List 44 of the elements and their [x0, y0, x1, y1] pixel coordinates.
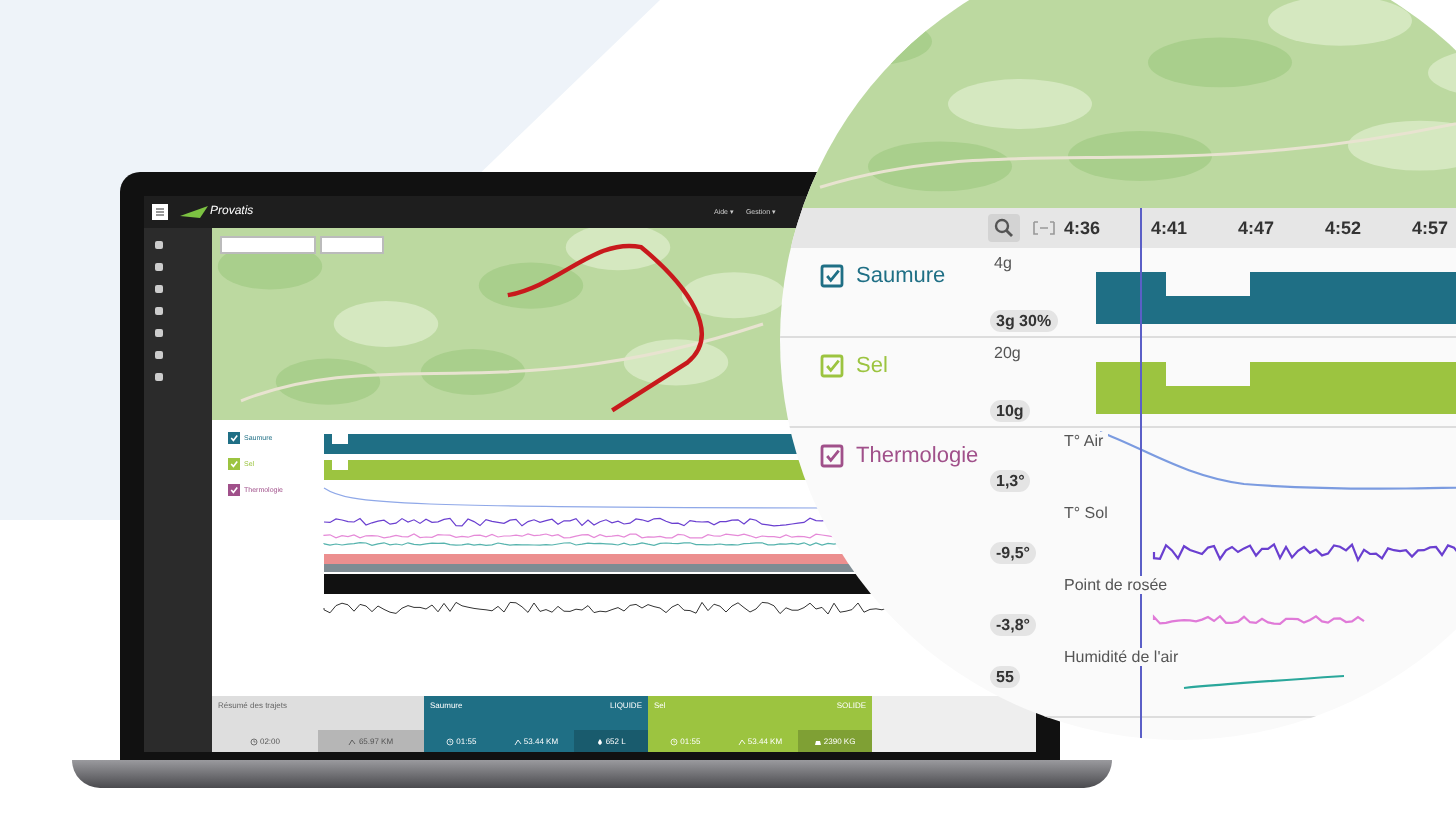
checked-checkbox[interactable] — [820, 354, 844, 378]
series-label: Humidité de l'air — [1064, 648, 1183, 666]
nav-icon[interactable] — [154, 262, 164, 272]
value-badge: 55 — [990, 666, 1020, 688]
time-tick-label: 4:47 — [1238, 218, 1277, 238]
checked-checkbox[interactable] — [820, 264, 844, 288]
channel-label: Sel — [856, 354, 888, 378]
series-label: T° Air — [1064, 432, 1108, 450]
time-tick-label: 4:36 — [1064, 218, 1103, 238]
nav-icon[interactable] — [154, 350, 164, 360]
checked-checkbox[interactable] — [228, 432, 240, 444]
checked-checkbox[interactable] — [820, 444, 844, 468]
value-badge: -9,5° — [990, 542, 1036, 564]
channel-label: Thermologie — [856, 444, 979, 468]
axis-max-label: 20g — [992, 344, 1021, 362]
nav-icon[interactable] — [154, 306, 164, 316]
search-field[interactable] — [220, 236, 316, 254]
value-badge: -3,8° — [990, 614, 1036, 636]
axis-max-label: 4g — [992, 254, 1012, 272]
checked-checkbox[interactable] — [228, 484, 240, 496]
series-label: T° Sol — [1064, 504, 1112, 522]
time-tick-label: 4:41 — [1151, 218, 1190, 238]
route-icon — [737, 737, 746, 745]
nav-icon[interactable] — [154, 328, 164, 338]
time-tick-label: 4:57 — [1412, 218, 1451, 238]
checked-checkbox[interactable] — [228, 458, 240, 470]
clock-icon — [446, 737, 455, 745]
clock-icon — [249, 737, 258, 745]
value-badge: 3g 30% — [990, 310, 1058, 332]
time-tick-label: 4:52 — [1325, 218, 1364, 238]
route-icon — [348, 737, 357, 745]
menu-icon[interactable] — [152, 204, 168, 220]
series-label: Point de rosée — [1064, 576, 1172, 594]
nav-icon[interactable] — [154, 284, 164, 294]
logo-icon — [180, 206, 208, 218]
clock-icon — [670, 737, 679, 745]
nav-icon[interactable] — [154, 372, 164, 382]
search-button[interactable] — [988, 214, 1020, 242]
route-icon — [513, 737, 522, 745]
nav-icon[interactable] — [154, 240, 164, 250]
search-icon — [994, 218, 1014, 238]
value-badge: 10g — [990, 400, 1030, 422]
channel-label: Saumure — [856, 264, 946, 288]
value-badge: 1,3° — [990, 470, 1031, 492]
